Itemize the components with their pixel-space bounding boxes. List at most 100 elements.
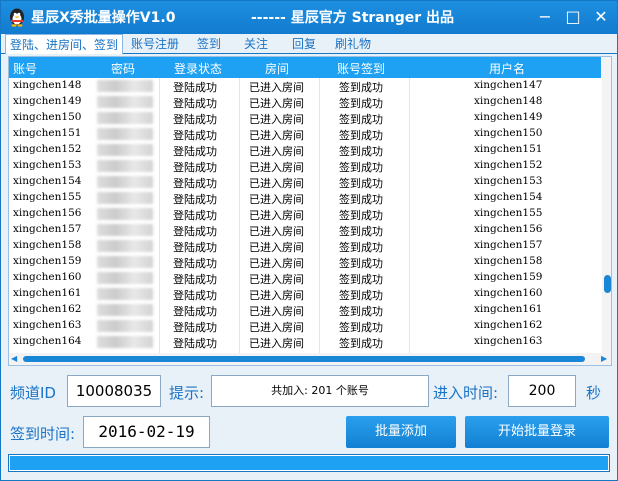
- login-status-cell: 登陆成功: [173, 305, 217, 318]
- username-cell: xingchen159: [474, 271, 543, 283]
- channel-id-input[interactable]: 10008035: [67, 375, 161, 407]
- header-username[interactable]: 用户名: [489, 60, 525, 77]
- table-row[interactable]: xingchen151 登陆成功 已进入房间 签到成功 xingchen150: [9, 126, 601, 142]
- account-cell: xingchen149: [13, 95, 82, 107]
- window-subtitle: ------ 星辰官方 Stranger 出品: [251, 10, 454, 26]
- sign-status-cell: 签到成功: [339, 161, 383, 174]
- username-cell: xingchen157: [474, 239, 543, 251]
- account-table[interactable]: 账号 密码 登录状态 房间 账号签到 用户名 xingchen148 登陆成功 已进…: [8, 56, 612, 366]
- login-status-cell: 登陆成功: [173, 241, 217, 254]
- login-status-cell: 登陆成功: [173, 145, 217, 158]
- sign-status-cell: 签到成功: [339, 337, 383, 350]
- password-cell-masked: [97, 192, 153, 204]
- table-row[interactable]: xingchen159 登陆成功 已进入房间 签到成功 xingchen158: [9, 254, 601, 270]
- room-cell: 已进入房间: [249, 321, 304, 334]
- minimize-button[interactable]: −: [535, 7, 555, 27]
- header-password[interactable]: 密码: [111, 60, 135, 77]
- password-cell-masked: [97, 320, 153, 332]
- login-status-cell: 登陆成功: [173, 209, 217, 222]
- room-cell: 已进入房间: [249, 177, 304, 190]
- header-account[interactable]: 账号: [13, 60, 37, 77]
- login-status-cell: 登陆成功: [173, 337, 217, 350]
- table-row[interactable]: xingchen161 登陆成功 已进入房间 签到成功 xingchen160: [9, 286, 601, 302]
- account-cell: xingchen148: [13, 79, 82, 91]
- password-cell-masked: [97, 80, 153, 92]
- table-row[interactable]: xingchen153 登陆成功 已进入房间 签到成功 xingchen152: [9, 158, 601, 174]
- password-cell-masked: [97, 128, 153, 140]
- room-cell: 已进入房间: [249, 273, 304, 286]
- seconds-label: 秒: [586, 384, 602, 402]
- horizontal-scrollbar[interactable]: ◀ ▶: [9, 353, 611, 365]
- vertical-scrollbar[interactable]: [602, 57, 611, 353]
- horizontal-scroll-thumb[interactable]: [23, 356, 585, 362]
- username-cell: xingchen156: [474, 223, 543, 235]
- header-sign[interactable]: 账号签到: [337, 60, 385, 77]
- table-body: xingchen148 登陆成功 已进入房间 签到成功 xingchen147 xingc…: [9, 78, 601, 353]
- table-row[interactable]: xingchen152 登陆成功 已进入房间 签到成功 xingchen151: [9, 142, 601, 158]
- table-row[interactable]: xingchen160 登陆成功 已进入房间 签到成功 xingchen159: [9, 270, 601, 286]
- enter-time-input[interactable]: 200: [508, 375, 576, 407]
- account-cell: xingchen158: [13, 239, 82, 251]
- table-row[interactable]: xingchen157 登陆成功 已进入房间 签到成功 xingchen156: [9, 222, 601, 238]
- login-status-cell: 登陆成功: [173, 129, 217, 142]
- sign-status-cell: 签到成功: [339, 97, 383, 110]
- start-batch-login-button[interactable]: 开始批量登录: [465, 416, 609, 448]
- tab-sign[interactable]: 签到: [197, 34, 221, 54]
- account-cell: xingchen157: [13, 223, 82, 235]
- tab-register[interactable]: 账号注册: [131, 34, 179, 54]
- title-bar[interactable]: 星辰X秀批量操作V1.0 ------ 星辰官方 Stranger 出品 − □…: [1, 1, 617, 34]
- room-cell: 已进入房间: [249, 225, 304, 238]
- scroll-left-icon[interactable]: ◀: [11, 354, 17, 363]
- qq-penguin-icon: [10, 8, 24, 27]
- header-room[interactable]: 房间: [265, 60, 289, 77]
- sign-status-cell: 签到成功: [339, 305, 383, 318]
- password-cell-masked: [97, 160, 153, 172]
- table-row[interactable]: xingchen164 登陆成功 已进入房间 签到成功 xingchen163: [9, 334, 601, 350]
- password-cell-masked: [97, 304, 153, 316]
- username-cell: xingchen153: [474, 175, 543, 187]
- room-cell: 已进入房间: [249, 113, 304, 126]
- tab-reply[interactable]: 回复: [292, 34, 316, 54]
- password-cell-masked: [97, 256, 153, 268]
- password-cell-masked: [97, 144, 153, 156]
- room-cell: 已进入房间: [249, 145, 304, 158]
- tab-follow[interactable]: 关注: [244, 34, 268, 54]
- app-window: 星辰X秀批量操作V1.0 ------ 星辰官方 Stranger 出品 − □…: [0, 0, 618, 481]
- table-row[interactable]: xingchen158 登陆成功 已进入房间 签到成功 xingchen157: [9, 238, 601, 254]
- username-cell: xingchen158: [474, 255, 543, 267]
- table-header: 账号 密码 登录状态 房间 账号签到 用户名: [9, 57, 601, 78]
- account-cell: xingchen153: [13, 159, 82, 171]
- vertical-scroll-thumb[interactable]: [604, 275, 611, 293]
- table-row[interactable]: xingchen155 登陆成功 已进入房间 签到成功 xingchen154: [9, 190, 601, 206]
- table-row[interactable]: xingchen163 登陆成功 已进入房间 签到成功 xingchen162: [9, 318, 601, 334]
- room-cell: 已进入房间: [249, 241, 304, 254]
- login-status-cell: 登陆成功: [173, 113, 217, 126]
- room-cell: 已进入房间: [249, 257, 304, 270]
- sign-status-cell: 签到成功: [339, 145, 383, 158]
- enter-time-label: 进入时间:: [433, 384, 499, 402]
- table-row[interactable]: xingchen154 登陆成功 已进入房间 签到成功 xingchen153: [9, 174, 601, 190]
- tab-gifts[interactable]: 刷礼物: [335, 34, 371, 54]
- table-row[interactable]: xingchen162 登陆成功 已进入房间 签到成功 xingchen161: [9, 302, 601, 318]
- sign-status-cell: 签到成功: [339, 321, 383, 334]
- tab-login-room-sign[interactable]: 登陆、进房间、签到: [5, 34, 124, 54]
- table-row[interactable]: xingchen150 登陆成功 已进入房间 签到成功 xingchen149: [9, 110, 601, 126]
- table-row[interactable]: xingchen149 登陆成功 已进入房间 签到成功 xingchen148: [9, 94, 601, 110]
- table-row[interactable]: xingchen156 登陆成功 已进入房间 签到成功 xingchen155: [9, 206, 601, 222]
- username-cell: xingchen151: [474, 143, 543, 155]
- username-cell: xingchen163: [474, 335, 543, 347]
- sign-time-label: 签到时间:: [10, 425, 76, 443]
- sign-time-input[interactable]: 2016-02-19: [83, 416, 210, 448]
- room-cell: 已进入房间: [249, 81, 304, 94]
- close-button[interactable]: ✕: [591, 7, 611, 27]
- batch-add-button[interactable]: 批量添加: [346, 416, 456, 448]
- login-status-cell: 登陆成功: [173, 193, 217, 206]
- maximize-button[interactable]: □: [563, 7, 583, 27]
- sign-status-cell: 签到成功: [339, 113, 383, 126]
- header-login-status[interactable]: 登录状态: [174, 60, 222, 77]
- account-cell: xingchen164: [13, 335, 82, 347]
- scroll-right-icon[interactable]: ▶: [601, 354, 607, 363]
- table-row[interactable]: xingchen148 登陆成功 已进入房间 签到成功 xingchen147: [9, 78, 601, 94]
- room-cell: 已进入房间: [249, 337, 304, 350]
- login-status-cell: 登陆成功: [173, 97, 217, 110]
